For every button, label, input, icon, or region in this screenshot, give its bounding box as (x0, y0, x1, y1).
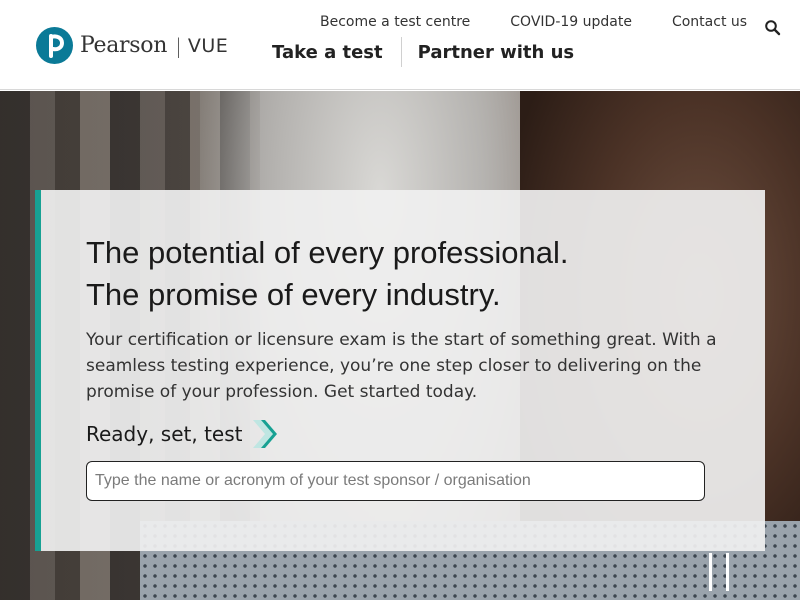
pearson-p-icon (36, 27, 73, 64)
pause-icon[interactable] (706, 553, 732, 591)
headline-line-2: The promise of every industry. (86, 277, 501, 312)
nav-take-a-test[interactable]: Take a test (272, 42, 383, 63)
site-header: Pearson | VUE Become a test centre COVID… (0, 0, 800, 90)
card-accent-bar (35, 190, 41, 551)
nav-partner-with-us[interactable]: Partner with us (418, 42, 575, 63)
cta-label: Ready, set, test (86, 422, 243, 446)
utility-nav: Become a test centre COVID-19 update Con… (320, 14, 747, 30)
hero-headline: The potential of every professional. The… (86, 232, 569, 316)
nav-become-test-centre[interactable]: Become a test centre (320, 14, 470, 30)
sponsor-search-input[interactable] (86, 461, 705, 501)
logo-divider: | (175, 33, 182, 58)
chevron-right-icon (249, 416, 277, 452)
pearson-vue-logo[interactable]: Pearson | VUE (36, 27, 228, 64)
nav-contact-us[interactable]: Contact us (672, 14, 747, 30)
hero-card: The potential of every professional. The… (35, 190, 765, 551)
main-nav: Take a test Partner with us (272, 37, 574, 67)
headline-line-1: The potential of every professional. (86, 235, 569, 270)
search-icon[interactable] (764, 19, 782, 37)
logo-wordmark: Pearson (80, 33, 168, 58)
nav-divider (400, 37, 402, 67)
logo-product: VUE (187, 34, 229, 57)
cta-row: Ready, set, test (86, 416, 277, 452)
hero-intro: Your certification or licensure exam is … (86, 330, 717, 402)
nav-covid-update[interactable]: COVID-19 update (510, 14, 632, 30)
